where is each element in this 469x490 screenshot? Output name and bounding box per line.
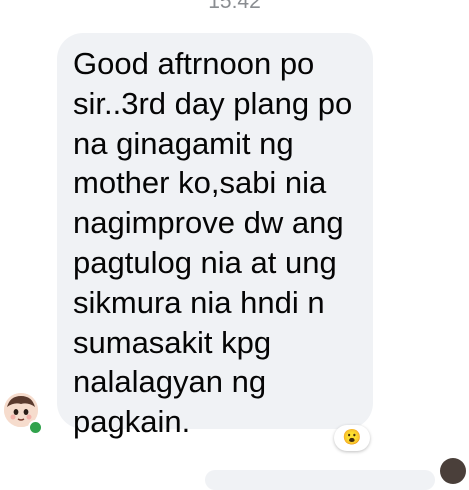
message-timestamp: 15:42 bbox=[208, 0, 261, 13]
next-message-bubble bbox=[205, 470, 435, 490]
message-reaction[interactable]: 😮 bbox=[334, 425, 370, 451]
message-text: Good aftrnoon po sir..3rd day plang po n… bbox=[73, 46, 353, 440]
online-status-dot bbox=[28, 420, 43, 435]
other-user-avatar[interactable] bbox=[440, 458, 466, 484]
